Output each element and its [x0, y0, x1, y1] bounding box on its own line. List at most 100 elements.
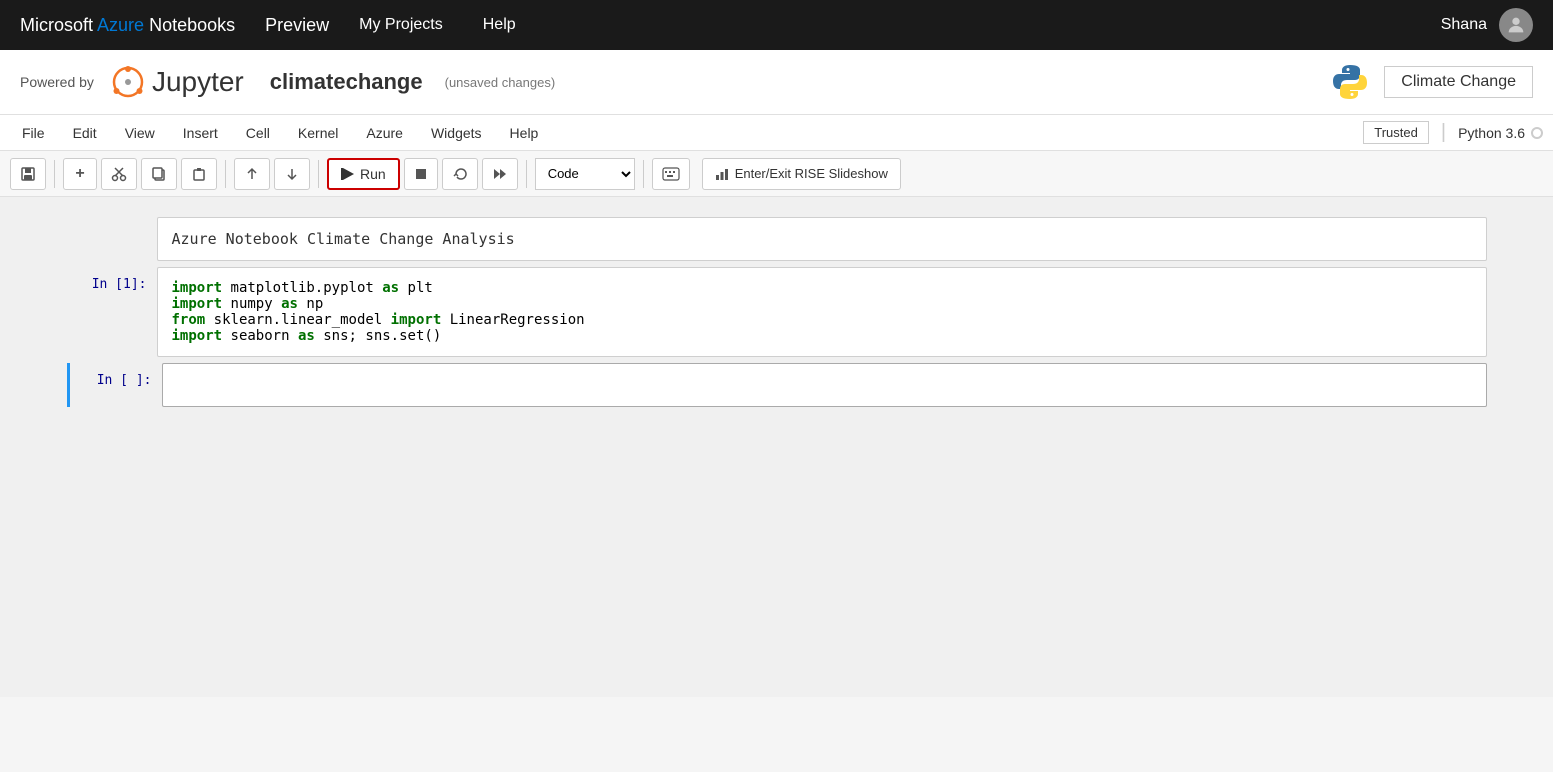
code-line-4: import seaborn as sns; sns.set()	[172, 328, 1472, 344]
toolbar-separator-4	[526, 160, 527, 188]
toolbar-separator-1	[54, 160, 55, 188]
copy-icon	[151, 166, 167, 182]
azure-label: Azure	[97, 15, 144, 35]
kw-import-2: import	[172, 296, 223, 312]
paste-icon	[191, 166, 207, 182]
code-line-1: import matplotlib.pyplot as plt	[172, 280, 1472, 296]
cut-button[interactable]	[101, 158, 137, 190]
menu-widgets[interactable]: Widgets	[419, 121, 494, 145]
kw-import-1: import	[172, 280, 223, 296]
notebook-filename: climatechange	[270, 69, 423, 95]
python-logo-icon	[1330, 62, 1370, 102]
menu-bar-right: Trusted | Python 3.6	[1363, 121, 1543, 144]
jupyter-header: Powered by Jupyter climatechange (unsave…	[0, 50, 1553, 115]
rise-label: Enter/Exit RISE Slideshow	[735, 166, 888, 181]
paste-button[interactable]	[181, 158, 217, 190]
notebook-area: Azure Notebook Climate Change Analysis I…	[0, 197, 1553, 697]
markdown-cell-content[interactable]: Azure Notebook Climate Change Analysis	[157, 217, 1487, 261]
add-cell-button[interactable]: +	[63, 158, 97, 190]
jupyter-logo: Jupyter	[110, 64, 244, 100]
copy-button[interactable]	[141, 158, 177, 190]
menu-view[interactable]: View	[113, 121, 167, 145]
notebook-container: Azure Notebook Climate Change Analysis I…	[47, 217, 1507, 407]
kw-from: from	[172, 312, 206, 328]
top-navbar: Microsoft Azure Notebooks Preview My Pro…	[0, 0, 1553, 50]
keyboard-button[interactable]	[652, 158, 690, 190]
code-plain-4: np	[306, 296, 323, 312]
code-line-3: from sklearn.linear_model import LinearR…	[172, 312, 1472, 328]
run-button[interactable]: Run	[327, 158, 400, 190]
cell-type-select[interactable]: Code	[535, 158, 635, 190]
move-up-button[interactable]	[234, 158, 270, 190]
menu-insert[interactable]: Insert	[171, 121, 230, 145]
run-label: Run	[360, 166, 386, 182]
empty-cell-label: In [ ]:	[72, 363, 162, 388]
rise-slideshow-button[interactable]: Enter/Exit RISE Slideshow	[702, 158, 901, 190]
menu-edit[interactable]: Edit	[61, 121, 109, 145]
move-down-button[interactable]	[274, 158, 310, 190]
code-plain-5: sklearn.linear_model	[214, 312, 391, 328]
cut-icon	[111, 166, 127, 182]
my-projects-link[interactable]: My Projects	[359, 16, 443, 34]
markdown-cell-label	[67, 217, 157, 227]
kw-as-3: as	[298, 328, 315, 344]
menu-azure[interactable]: Azure	[354, 121, 415, 145]
save-icon	[20, 166, 36, 182]
plus-icon: +	[75, 165, 84, 183]
kernel-status: Python 3.6	[1458, 125, 1543, 141]
unsaved-indicator: (unsaved changes)	[445, 75, 556, 90]
toolbar-separator-3	[318, 160, 319, 188]
menu-help[interactable]: Help	[498, 121, 551, 145]
jupyter-logo-icon	[110, 64, 146, 100]
username-label: Shana	[1441, 16, 1487, 34]
kw-import-4: import	[172, 328, 223, 344]
notebook-title-button[interactable]: Climate Change	[1384, 66, 1533, 98]
stop-icon	[414, 167, 428, 181]
code-plain-7: seaborn	[231, 328, 298, 344]
code-plain-1: matplotlib.pyplot	[231, 280, 383, 296]
fast-forward-button[interactable]	[482, 158, 518, 190]
toolbar-separator-5	[643, 160, 644, 188]
help-link[interactable]: Help	[483, 16, 516, 34]
toolbar: + Run Code Enter/Exit RISE Slideshow	[0, 151, 1553, 197]
code-cell-1-label: In [1]:	[67, 267, 157, 292]
restart-button[interactable]	[442, 158, 478, 190]
markdown-cell-wrapper: Azure Notebook Climate Change Analysis	[67, 217, 1487, 261]
kw-as-1: as	[382, 280, 399, 296]
jupyter-text: Jupyter	[152, 66, 244, 98]
menu-file[interactable]: File	[10, 121, 57, 145]
code-line-2: import numpy as np	[172, 296, 1472, 312]
move-down-icon	[284, 166, 300, 182]
preview-label: Preview	[265, 15, 329, 36]
toolbar-separator-2	[225, 160, 226, 188]
brand-label: Microsoft Azure Notebooks	[20, 15, 235, 36]
top-nav-right: Shana	[1441, 8, 1533, 42]
empty-cell-wrapper: In [ ]:	[67, 363, 1487, 407]
save-button[interactable]	[10, 158, 46, 190]
header-right: Climate Change	[1330, 62, 1533, 102]
code-cell-1-wrapper: In [1]: import matplotlib.pyplot as plt …	[67, 267, 1487, 357]
code-plain-2: plt	[408, 280, 433, 296]
user-avatar[interactable]	[1499, 8, 1533, 42]
interrupt-button[interactable]	[404, 158, 438, 190]
keyboard-icon	[662, 167, 680, 181]
code-plain-3: numpy	[231, 296, 282, 312]
trusted-button[interactable]: Trusted	[1363, 121, 1429, 144]
code-plain-6: LinearRegression	[450, 312, 585, 328]
code-cell-1-content[interactable]: import matplotlib.pyplot as plt import n…	[157, 267, 1487, 357]
kernel-name: Python 3.6	[1458, 125, 1525, 141]
restart-icon	[452, 166, 468, 182]
move-up-icon	[244, 166, 260, 182]
kw-import-3: import	[391, 312, 442, 328]
top-nav-links: My Projects Help	[359, 16, 515, 34]
chart-icon	[715, 167, 729, 181]
powered-by-label: Powered by	[20, 74, 94, 90]
menu-kernel[interactable]: Kernel	[286, 121, 350, 145]
menu-cell[interactable]: Cell	[234, 121, 282, 145]
empty-cell-content[interactable]	[162, 363, 1487, 407]
kw-as-2: as	[281, 296, 298, 312]
kernel-circle-icon	[1531, 127, 1543, 139]
fast-forward-icon	[492, 166, 508, 182]
code-plain-8: sns; sns.set()	[323, 328, 441, 344]
run-icon	[341, 167, 355, 181]
